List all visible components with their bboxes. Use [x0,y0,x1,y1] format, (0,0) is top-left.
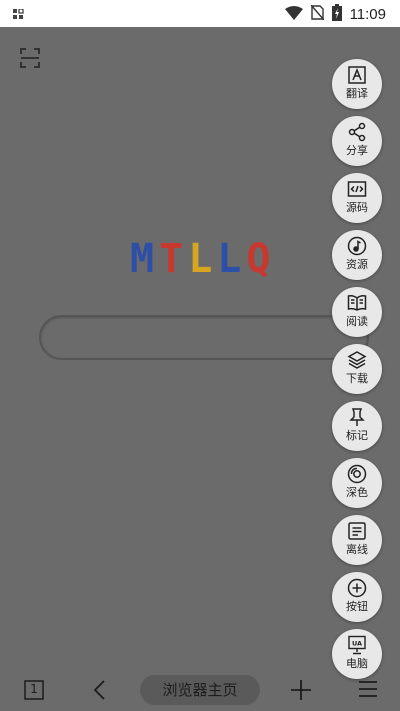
wifi-icon [284,5,303,24]
code-icon [347,181,367,197]
share-icon [348,122,366,142]
menu-button[interactable] [358,680,378,702]
pin-icon [349,408,365,426]
tabs-button[interactable]: 1 [24,680,44,704]
logo-letter: M [130,236,155,282]
browser-home: M T L L Q 翻译 分享 源码 资源 阅读 下载 标记 深色 离线 按钮 … [0,27,400,711]
dark-mode-icon [347,464,367,484]
menu-label: 翻译 [346,87,368,100]
desktop-ua-icon: UA [348,635,366,655]
menu-label: 下载 [346,372,368,385]
offline-button[interactable]: 离线 [332,515,382,565]
home-button[interactable]: 浏览器主页 [140,675,260,705]
notification-icon [13,6,25,25]
menu-label: 离线 [346,543,368,556]
logo: M T L L Q [130,239,270,279]
translate-button[interactable]: 翻译 [332,59,382,109]
plus-circle-icon [347,578,367,598]
reading-button[interactable]: 阅读 [332,287,382,337]
new-tab-button[interactable] [290,679,312,705]
battery-icon [331,4,342,25]
status-time: 11:09 [349,6,386,23]
menu-label: 分享 [346,144,368,157]
menu-label: 阅读 [346,315,368,328]
logo-letter: L [188,236,213,282]
music-icon [347,236,367,256]
scan-icon[interactable] [19,47,41,69]
resources-button[interactable]: 资源 [332,230,382,280]
translate-icon [348,66,366,84]
dark-mode-button[interactable]: 深色 [332,458,382,508]
menu-label: 资源 [346,258,368,271]
hamburger-icon [359,681,377,697]
tabs-count: 1 [30,682,38,696]
menu-label: 深色 [346,486,368,499]
menu-label: 标记 [346,429,368,442]
logo-letter: L [217,236,242,282]
menu-label: 按钮 [346,600,368,613]
share-button[interactable]: 分享 [332,116,382,166]
logo-letter: Q [246,236,271,282]
chevron-left-icon [93,680,105,700]
source-code-button[interactable]: 源码 [332,173,382,223]
bookmark-button[interactable]: 标记 [332,401,382,451]
book-icon [347,295,367,311]
no-sim-icon [310,4,325,24]
status-bar: 11:09 [0,0,400,27]
plus-icon [291,680,311,700]
download-button[interactable]: 下载 [332,344,382,394]
bottom-toolbar: 1 浏览器主页 [0,662,400,711]
svg-text:UA: UA [352,640,362,648]
layers-icon [347,351,367,369]
offline-icon [348,522,366,540]
add-button-button[interactable]: 按钮 [332,572,382,622]
search-input[interactable] [39,315,369,360]
logo-letter: T [159,236,184,282]
back-button[interactable] [92,679,108,705]
menu-label: 源码 [346,201,368,214]
